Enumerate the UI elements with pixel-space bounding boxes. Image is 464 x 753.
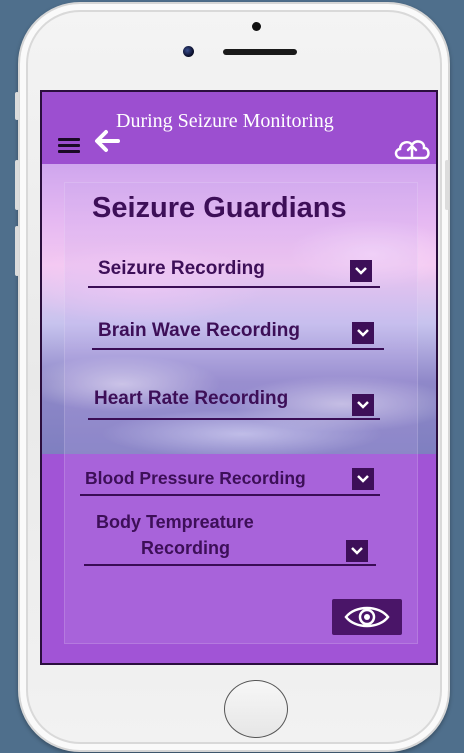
power-button — [445, 160, 449, 210]
cloud-upload-icon[interactable] — [392, 132, 432, 162]
front-camera — [183, 46, 194, 57]
volume-up-button — [15, 160, 19, 210]
sensor-dot — [252, 22, 261, 31]
body-temperature-label-line2: Recording — [141, 538, 231, 558]
chevron-down-icon[interactable] — [350, 260, 372, 282]
eye-icon — [344, 606, 390, 628]
chevron-down-icon[interactable] — [352, 394, 374, 416]
brain-wave-recording-label: Brain Wave Recording — [98, 320, 301, 341]
app-title: Seizure Guardians — [92, 192, 347, 224]
seizure-recording-label: Seizure Recording — [98, 258, 265, 279]
blood-pressure-recording-dropdown[interactable]: Blood Pressure Recording — [80, 466, 380, 496]
heart-rate-recording-dropdown[interactable]: Heart Rate Recording — [88, 388, 380, 420]
body-temperature-recording-dropdown[interactable]: Body Tempreature Recording — [84, 512, 376, 566]
hamburger-icon[interactable] — [58, 138, 80, 153]
brain-wave-recording-dropdown[interactable]: Brain Wave Recording — [92, 320, 384, 350]
earpiece-speaker — [223, 49, 297, 55]
seizure-recording-dropdown[interactable]: Seizure Recording — [88, 258, 380, 288]
app-screen: During Seizure Monitoring Seizure Guardi… — [40, 90, 438, 665]
blood-pressure-recording-label: Blood Pressure Recording — [85, 468, 306, 488]
body-temperature-label-line1: Body Tempreature — [96, 512, 254, 532]
chevron-down-icon[interactable] — [352, 322, 374, 344]
volume-down-button — [15, 226, 19, 276]
header-title: During Seizure Monitoring — [116, 110, 334, 132]
home-button[interactable] — [224, 680, 288, 738]
chevron-down-icon[interactable] — [346, 540, 368, 562]
mute-switch — [15, 92, 19, 120]
view-button[interactable] — [332, 599, 402, 635]
chevron-down-icon[interactable] — [352, 468, 374, 490]
heart-rate-recording-label: Heart Rate Recording — [94, 388, 289, 409]
